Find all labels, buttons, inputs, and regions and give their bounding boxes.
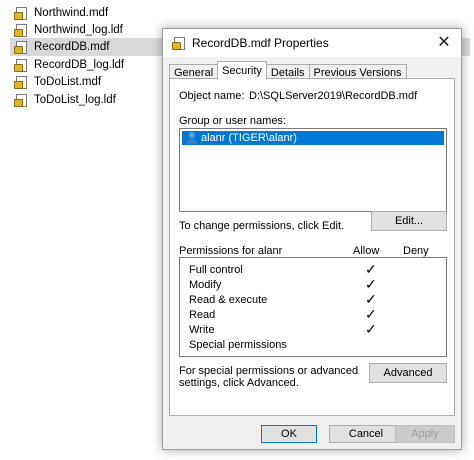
file-name: ToDoList.mdf bbox=[34, 76, 102, 88]
object-name-label: Object name: bbox=[179, 90, 245, 102]
permission-name: Full control bbox=[189, 263, 243, 276]
check-icon: ✓ bbox=[365, 306, 377, 322]
permission-name: Special permissions bbox=[189, 338, 287, 351]
database-file-icon bbox=[14, 23, 28, 37]
permission-row: Modify ✓ bbox=[189, 277, 439, 292]
group-users-label: Group or user names: bbox=[179, 115, 286, 127]
user-icon bbox=[186, 132, 198, 144]
file-item[interactable]: Northwind.mdf bbox=[10, 4, 470, 22]
allow-header: Allow bbox=[353, 245, 380, 257]
security-panel: Object name: D:\SQLServer2019\RecordDB.m… bbox=[169, 78, 455, 416]
permission-row: Read ✓ bbox=[189, 307, 439, 322]
object-name-value: D:\SQLServer2019\RecordDB.mdf bbox=[249, 90, 418, 102]
permissions-list: Full control ✓ Modify ✓ Read & execute ✓… bbox=[179, 257, 447, 357]
permission-row: Full control ✓ bbox=[189, 262, 439, 277]
permission-row: Read & execute ✓ bbox=[189, 292, 439, 307]
permission-name: Read & execute bbox=[189, 293, 268, 306]
database-file-icon bbox=[14, 75, 28, 89]
group-users-list[interactable]: alanr (TIGER\alanr) bbox=[179, 128, 447, 212]
database-file-icon bbox=[14, 58, 28, 72]
database-file-icon bbox=[14, 93, 28, 107]
database-file-icon bbox=[14, 40, 28, 54]
permission-row: Special permissions bbox=[189, 337, 439, 352]
permission-name: Read bbox=[189, 308, 216, 321]
file-name: ToDoList_log.ldf bbox=[34, 94, 116, 106]
user-name: alanr (TIGER\alanr) bbox=[201, 132, 297, 144]
database-file-icon bbox=[14, 6, 28, 20]
file-name: Northwind.mdf bbox=[34, 7, 109, 19]
dialog-title: RecordDB.mdf Properties bbox=[192, 36, 329, 50]
close-icon[interactable]: ✕ bbox=[435, 33, 453, 51]
database-file-icon bbox=[172, 36, 186, 50]
check-icon: ✓ bbox=[365, 291, 377, 307]
file-name: Northwind_log.ldf bbox=[34, 24, 123, 36]
deny-header: Deny bbox=[403, 245, 429, 257]
check-icon: ✓ bbox=[365, 321, 377, 337]
cancel-button[interactable]: Cancel bbox=[329, 425, 403, 443]
user-list-item[interactable]: alanr (TIGER\alanr) bbox=[182, 131, 444, 145]
apply-button[interactable]: Apply bbox=[395, 425, 455, 443]
file-name: RecordDB.mdf bbox=[34, 41, 110, 53]
permission-name: Modify bbox=[189, 278, 222, 291]
ok-button[interactable]: OK bbox=[261, 425, 317, 443]
change-permissions-text: To change permissions, click Edit. bbox=[179, 220, 345, 232]
check-icon: ✓ bbox=[365, 276, 377, 292]
advanced-button[interactable]: Advanced bbox=[369, 363, 447, 383]
check-icon: ✓ bbox=[365, 261, 377, 277]
permission-row: Write ✓ bbox=[189, 322, 439, 337]
file-name: RecordDB_log.ldf bbox=[34, 59, 125, 71]
properties-dialog: RecordDB.mdf Properties ✕ General Securi… bbox=[162, 28, 462, 450]
edit-button[interactable]: Edit... bbox=[371, 211, 447, 231]
tab-security[interactable]: Security bbox=[217, 61, 267, 80]
special-permissions-text: For special permissions or advanced sett… bbox=[179, 365, 359, 389]
permissions-label: Permissions for alanr bbox=[179, 245, 283, 257]
tab-strip: General Security Details Previous Versio… bbox=[169, 61, 407, 80]
permission-name: Write bbox=[189, 323, 215, 336]
title-bar[interactable]: RecordDB.mdf Properties ✕ bbox=[163, 29, 461, 57]
